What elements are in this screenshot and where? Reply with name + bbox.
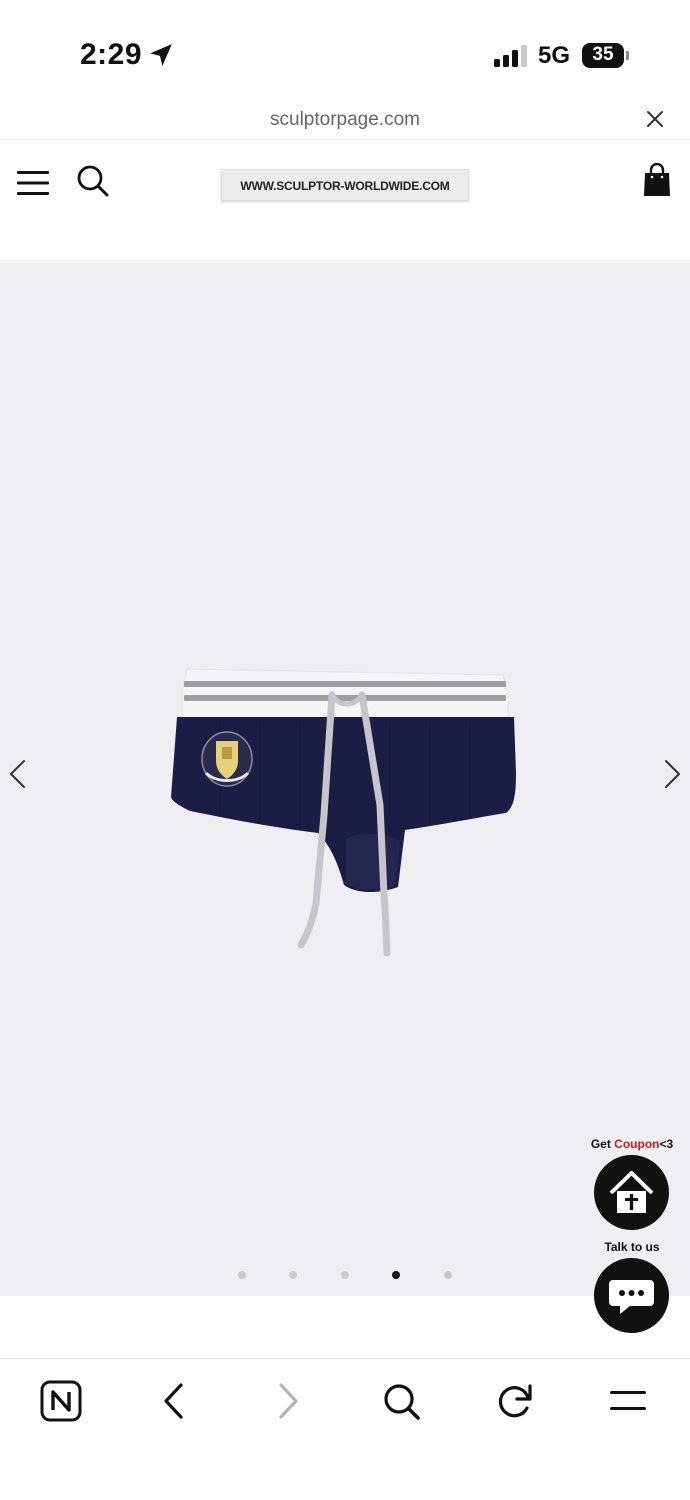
next-image-arrow-icon[interactable] — [660, 758, 684, 790]
network-type: 5G — [538, 42, 571, 69]
site-header — [0, 141, 690, 261]
talk-label: Talk to us — [604, 1240, 660, 1254]
forward-icon[interactable] — [267, 1380, 309, 1422]
status-time: 2:29 — [80, 38, 143, 71]
coupon-prefix: Get — [590, 1137, 615, 1151]
search-icon[interactable] — [76, 164, 110, 198]
carousel-dot-active[interactable] — [392, 1271, 400, 1279]
carousel-dot[interactable] — [444, 1271, 452, 1279]
coupon-button[interactable] — [594, 1155, 669, 1230]
carousel-dot[interactable] — [341, 1271, 349, 1279]
refresh-icon[interactable] — [494, 1380, 536, 1422]
house-cross-icon — [609, 1171, 654, 1213]
location-arrow-icon — [150, 44, 172, 66]
shopping-bag-icon[interactable] — [643, 163, 671, 197]
carousel-dot[interactable] — [238, 1271, 246, 1279]
back-icon[interactable] — [153, 1380, 195, 1422]
site-logo[interactable]: WWW.SCULPTOR-WORLDWIDE.COM — [221, 169, 469, 201]
menu-icon[interactable] — [16, 168, 50, 198]
carousel-indicator — [0, 1271, 690, 1281]
status-bar: 2:29 5G 35 — [0, 0, 690, 100]
carousel-dot[interactable] — [289, 1271, 297, 1279]
search-icon[interactable] — [380, 1380, 422, 1422]
logo-text: WWW.SCULPTOR-WORLDWIDE.COM — [240, 179, 450, 193]
coupon-label: Get Coupon<3 — [562, 1137, 690, 1151]
url-bar[interactable]: sculptorpage.com — [0, 100, 690, 140]
naver-home-icon[interactable] — [40, 1380, 82, 1422]
browser-toolbar — [0, 1358, 690, 1500]
url-domain[interactable]: sculptorpage.com — [0, 109, 690, 131]
prev-image-arrow-icon[interactable] — [6, 758, 30, 790]
menu-icon[interactable] — [607, 1380, 649, 1422]
close-icon[interactable] — [644, 108, 666, 130]
product-image[interactable] — [160, 655, 530, 960]
battery-icon: 35 — [582, 43, 630, 69]
chat-button[interactable] — [594, 1258, 669, 1333]
coupon-suffix: <3 — [659, 1137, 674, 1151]
signal-icon — [494, 45, 527, 67]
coupon-accent: Coupon — [614, 1137, 660, 1151]
battery-level: 35 — [592, 44, 614, 65]
chat-bubble-icon — [609, 1280, 654, 1314]
